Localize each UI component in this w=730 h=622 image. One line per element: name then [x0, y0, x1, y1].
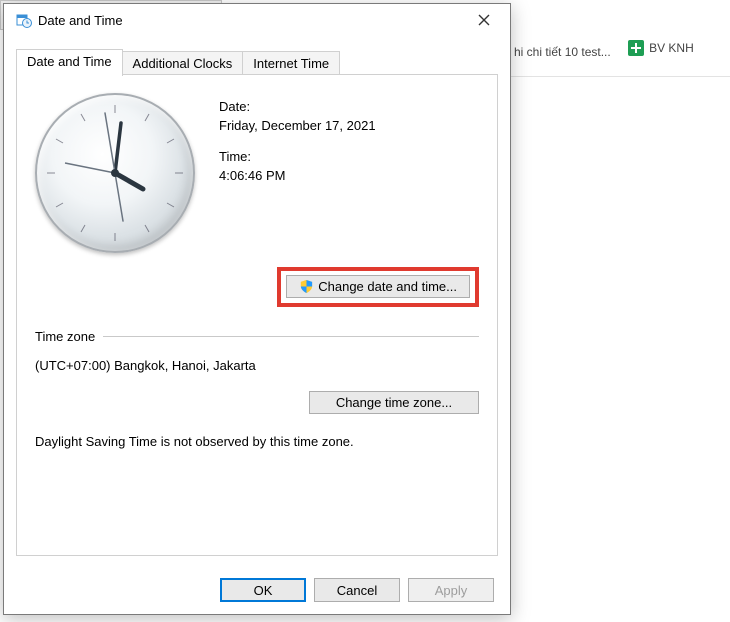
- bookmark-item[interactable]: BV KNH: [628, 40, 694, 56]
- change-date-time-button[interactable]: Change date and time...: [286, 275, 470, 298]
- sheets-icon: [628, 40, 644, 56]
- dialog-button-row: OK Cancel Apply: [220, 578, 494, 602]
- date-time-info: Date: Friday, December 17, 2021 Time: 4:…: [219, 93, 376, 253]
- bookmarks-bar: hi chi tiết 10 test... BV KNH: [508, 36, 730, 62]
- time-value: 4:06:46 PM: [219, 168, 376, 183]
- ok-button[interactable]: OK: [220, 578, 306, 602]
- control-panel-page: lock and Region Date and Time Set the ti…: [508, 76, 730, 622]
- apply-button[interactable]: Apply: [408, 578, 494, 602]
- date-label: Date:: [219, 99, 376, 114]
- date-value: Friday, December 17, 2021: [219, 118, 376, 133]
- cancel-button[interactable]: Cancel: [314, 578, 400, 602]
- time-label: Time:: [219, 149, 376, 164]
- date-time-dialog: Date and Time Date and Time Additional C…: [3, 3, 511, 615]
- date-time-icon: [16, 12, 32, 28]
- bookmark-item[interactable]: hi chi tiết 10 test...: [514, 45, 611, 59]
- dialog-title: Date and Time: [38, 13, 464, 28]
- uac-shield-icon: [299, 279, 314, 294]
- close-button[interactable]: [464, 6, 504, 34]
- tab-date-and-time[interactable]: Date and Time: [16, 49, 123, 76]
- dialog-titlebar: Date and Time: [4, 4, 510, 36]
- tab-panel: Date: Friday, December 17, 2021 Time: 4:…: [16, 74, 498, 556]
- timezone-section-header: Time zone: [35, 329, 479, 344]
- clock-hands: [35, 93, 195, 253]
- tutorial-highlight: Change date and time...: [277, 267, 479, 307]
- change-time-zone-button[interactable]: Change time zone...: [309, 391, 479, 414]
- close-icon: [478, 14, 490, 26]
- tab-strip: Date and Time Additional Clocks Internet…: [16, 49, 498, 75]
- dst-info: Daylight Saving Time is not observed by …: [35, 434, 479, 449]
- timezone-value: (UTC+07:00) Bangkok, Hanoi, Jakarta: [35, 358, 479, 373]
- analog-clock: [35, 93, 195, 253]
